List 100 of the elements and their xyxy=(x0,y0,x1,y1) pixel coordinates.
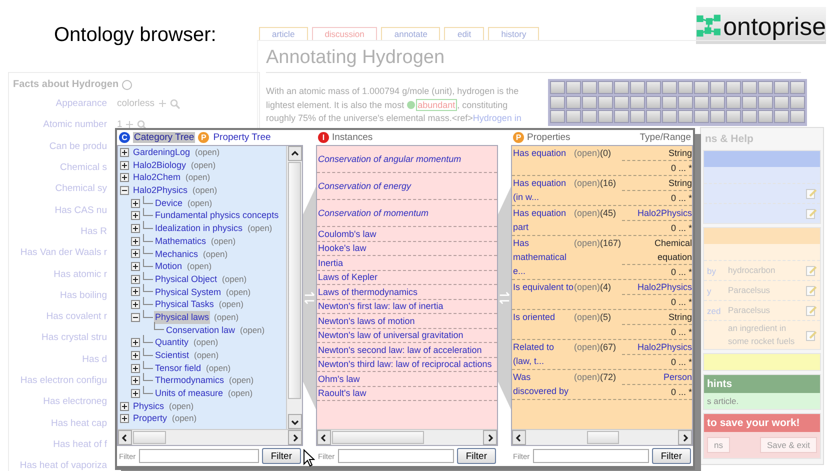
add-icon[interactable] xyxy=(126,121,134,128)
tree-item[interactable]: Idealization in physics xyxy=(154,222,244,235)
expand-toggle[interactable] xyxy=(131,364,140,373)
fact-label: Appearance xyxy=(54,98,107,110)
fact-label: Has boiling xyxy=(59,290,107,301)
property-name[interactable]: Has mathematical e... xyxy=(512,236,574,279)
scrollbar-thumb[interactable] xyxy=(332,431,424,444)
tree-item[interactable]: Property xyxy=(132,412,168,426)
property-name[interactable]: Related to (law, t... xyxy=(512,340,574,369)
instance-item[interactable]: Laws of thermodynamics xyxy=(318,286,418,297)
property-name[interactable]: Is equivalent to xyxy=(512,280,574,309)
expand-toggle[interactable] xyxy=(120,160,129,170)
expand-toggle[interactable] xyxy=(131,262,140,272)
search-icon[interactable] xyxy=(137,120,148,130)
expand-toggle[interactable] xyxy=(120,148,129,157)
tree-item[interactable]: Units of measure xyxy=(154,387,224,400)
property-range: Chemical equation xyxy=(622,236,692,265)
expand-toggle[interactable] xyxy=(131,388,140,398)
expand-toggle[interactable] xyxy=(131,312,140,322)
fact-label: Can be produ xyxy=(48,140,107,152)
horizontal-scrollbar[interactable] xyxy=(317,429,497,445)
expand-toggle[interactable] xyxy=(131,249,140,258)
instance-item[interactable]: Conservation of angular momentum xyxy=(318,154,462,164)
tree-item[interactable]: Fundamental physics concepts xyxy=(154,209,280,222)
instance-item[interactable]: Newton's third law: law of reciprocal actions xyxy=(318,359,492,370)
property-name[interactable]: Is oriented xyxy=(512,310,574,339)
filter-field[interactable] xyxy=(338,449,454,463)
scrollbar-thumb[interactable] xyxy=(133,431,166,444)
expand-toggle[interactable] xyxy=(131,224,140,233)
expand-toggle[interactable] xyxy=(131,211,140,220)
instance-item[interactable]: Hooke's law xyxy=(318,243,366,254)
expand-toggle[interactable] xyxy=(131,274,140,284)
tree-item[interactable]: Scientist xyxy=(154,349,190,362)
vertical-scrollbar[interactable] xyxy=(286,146,302,429)
expand-toggle[interactable] xyxy=(131,376,140,386)
tree-tab[interactable]: Category Tree xyxy=(133,132,196,143)
open-note: (open) xyxy=(228,387,253,400)
expand-toggle[interactable] xyxy=(131,350,140,360)
tree-item[interactable]: Physical laws xyxy=(154,310,210,324)
filter-button[interactable]: Filter xyxy=(652,448,691,464)
tree-item[interactable]: Halo2Physics xyxy=(132,184,189,197)
letter-icon: P xyxy=(513,132,524,143)
filter-button[interactable]: Filter xyxy=(456,448,496,464)
tree-item[interactable]: Conservation law xyxy=(165,324,236,336)
expand-toggle[interactable] xyxy=(131,300,140,310)
tree-item[interactable]: Physical System xyxy=(154,286,222,298)
letter-icon: C xyxy=(119,132,130,143)
fact-label: Has electroneg xyxy=(42,396,107,408)
property-name[interactable]: Has equation (in w... xyxy=(512,176,574,205)
tree-item[interactable]: Physical Object xyxy=(154,272,218,286)
instance-item[interactable]: Newton's first law: law of inertia xyxy=(318,301,444,312)
scrollbar-thumb[interactable] xyxy=(288,162,301,399)
property-range: Halo2Physics xyxy=(622,280,692,295)
filter-button[interactable]: Filter xyxy=(262,448,301,464)
instance-item[interactable]: Laws of Kepler xyxy=(318,272,378,282)
tree-tab[interactable]: Property Tree xyxy=(212,132,272,143)
tree-item[interactable]: Physical Tasks xyxy=(154,298,215,311)
tree-item[interactable]: Halo2Chem xyxy=(132,171,182,184)
filter-field[interactable] xyxy=(532,449,649,463)
instance-item[interactable]: Coulomb's law xyxy=(318,228,376,239)
instance-item[interactable]: Newton's second law: law of acceleration xyxy=(318,344,482,355)
instance-item[interactable]: Raoult's law xyxy=(318,388,366,398)
expand-toggle[interactable] xyxy=(131,287,140,296)
property-cardinality: 0 ... * xyxy=(670,162,692,175)
instance-item[interactable]: Conservation of energy xyxy=(318,181,412,191)
property-name[interactable]: Was discovered by xyxy=(512,370,574,399)
instance-item[interactable]: Newton's law of universal gravitation xyxy=(318,330,464,340)
expand-toggle[interactable] xyxy=(120,186,129,195)
tree-item[interactable]: Thermodynamics xyxy=(154,374,226,388)
tree-item[interactable]: Tensor field xyxy=(154,362,202,374)
horizontal-scrollbar[interactable] xyxy=(512,429,692,445)
tree-item[interactable]: Motion xyxy=(154,260,184,273)
instance-item[interactable]: Newton's laws of motion xyxy=(318,316,415,326)
tree-item[interactable]: Physics xyxy=(132,400,166,412)
expand-toggle[interactable] xyxy=(131,236,140,246)
property-name[interactable]: Has equation part xyxy=(512,206,574,235)
property-cardinality: 0 ... * xyxy=(670,266,692,279)
property-name[interactable]: Has equation xyxy=(512,146,574,175)
tree-item[interactable]: Mechanics xyxy=(154,248,200,260)
scrollbar-thumb[interactable] xyxy=(587,431,619,444)
expand-toggle[interactable] xyxy=(131,198,140,208)
expand-toggle[interactable] xyxy=(131,338,140,348)
article-paragraph: With an atomic mass of 1.000794 g/mole (unit), hydrogen is the lightest element. It is also the most abundant , constituting roughly 75% of the universe's elemental mass.<ref>Hydrogen in xyxy=(266,85,522,125)
tree-item[interactable]: Halo2Biology xyxy=(132,158,188,172)
expand-toggle[interactable] xyxy=(120,402,129,411)
tree-item[interactable]: Quantity xyxy=(154,336,190,350)
expand-toggle[interactable] xyxy=(120,414,129,424)
property-count: (open)(45) xyxy=(574,207,618,220)
instances-header: Instances xyxy=(332,132,373,143)
instance-item[interactable]: Conservation of momentum xyxy=(318,208,429,218)
tree-item[interactable]: GardeningLog xyxy=(132,146,192,159)
expand-toggle[interactable] xyxy=(120,173,129,182)
filter-field[interactable] xyxy=(138,449,259,463)
instance-item[interactable]: Inertia xyxy=(318,258,344,268)
chevron-up-icon[interactable] xyxy=(290,148,300,158)
horizontal-scrollbar[interactable] xyxy=(118,429,302,445)
fact-value: hydrocarbon xyxy=(728,264,776,277)
tree-item[interactable]: Device xyxy=(154,196,184,210)
instance-item[interactable]: Ohm's law xyxy=(318,374,360,384)
tree-item[interactable]: Mathematics xyxy=(154,234,208,248)
